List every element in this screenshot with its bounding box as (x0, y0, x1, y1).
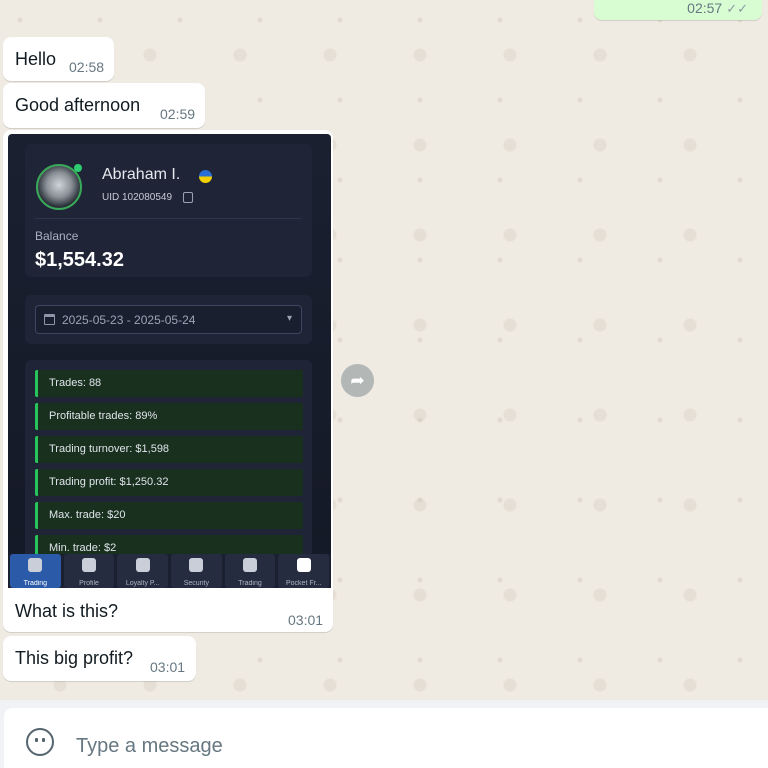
screenshot-bottom-nav: Trading Profile Loyalty P... Security Tr… (8, 554, 331, 588)
nav-loyalty: Loyalty P... (117, 554, 169, 588)
stat-text: Trading profit: $1,250.32 (49, 476, 169, 488)
nav-label: Loyalty P... (125, 580, 160, 587)
trading-screenshot[interactable]: Abraham I. UID 102080549 Balance $1,554.… (8, 134, 331, 588)
stat-text: Trades: 88 (49, 377, 102, 389)
nav-label: Trading (238, 580, 262, 587)
chevron-down-icon: ▾ (286, 313, 292, 324)
message-composer: Type a message (0, 700, 768, 768)
flag-icon (199, 170, 212, 183)
copy-icon (183, 192, 193, 203)
stat-row: Trading turnover: $1,598 (35, 436, 303, 463)
date-range-select: 2025-05-23 - 2025-05-24 ▾ (35, 305, 302, 334)
nav-security: Security (171, 554, 222, 588)
trader-icon (28, 558, 43, 572)
message-text: Hello (15, 49, 57, 69)
nav-trading: Trading (10, 554, 61, 588)
incoming-message[interactable]: This big profit? 03:01 (3, 636, 196, 681)
list-icon (243, 558, 258, 572)
profile-card: Abraham I. UID 102080549 Balance $1,554.… (25, 144, 312, 277)
stat-text: Min. trade: $2 (49, 542, 117, 554)
nav-label: Profile (79, 580, 99, 587)
balance-value: $1,554.32 (35, 249, 124, 271)
nav-profile: Profile (63, 554, 115, 588)
message-time: 02:58 (69, 59, 105, 75)
stat-row: Profitable trades: 89% (35, 403, 303, 430)
stat-text: Trading turnover: $1,598 (49, 443, 170, 455)
nav-label: Pocket Fr... (285, 580, 322, 587)
message-time: 03:01 (150, 659, 186, 675)
pocket-icon (296, 558, 311, 572)
message-text: This big profit? (15, 648, 134, 668)
image-message[interactable]: Abraham I. UID 102080549 Balance $1,554.… (3, 130, 333, 632)
message-time: 02:57 (687, 0, 723, 16)
stat-row: Trades: 88 (35, 370, 303, 397)
sticker-icon[interactable] (26, 728, 54, 756)
balance-label: Balance (35, 229, 79, 243)
message-time: 02:59 (160, 106, 196, 122)
message-placeholder: Type a message (76, 735, 223, 757)
nav-label: Trading (23, 580, 48, 587)
message-caption: What is this? (15, 601, 119, 621)
date-filter-card: 2025-05-23 - 2025-05-24 ▾ (25, 295, 312, 344)
read-ticks-icon: ✓✓ (726, 1, 748, 16)
user-icon (82, 558, 96, 572)
forward-icon[interactable]: ➦ (341, 364, 374, 397)
divider (35, 218, 301, 219)
message-input[interactable]: Type a message (4, 708, 768, 768)
stat-row: Max. trade: $20 (35, 502, 303, 529)
nav-trading-history: Trading (224, 554, 276, 588)
profile-uid: UID 102080549 (102, 192, 173, 203)
incoming-message[interactable]: Hello 02:58 (3, 37, 114, 81)
stat-text: Profitable trades: 89% (49, 410, 158, 422)
message-text: Good afternoon (15, 95, 141, 115)
outgoing-message-partial[interactable]: 02:57 ✓✓ (594, 0, 762, 20)
stat-text: Max. trade: $20 (49, 509, 126, 521)
incoming-message[interactable]: Good afternoon 02:59 (3, 83, 205, 128)
calendar-icon (44, 314, 55, 325)
loyalty-icon (135, 558, 150, 572)
nav-pocket-friends: Pocket Fr... (278, 554, 330, 588)
shield-icon (189, 558, 204, 572)
nav-label: Security (183, 580, 209, 587)
message-time: 03:01 (288, 612, 324, 628)
profile-name: Abraham I. (102, 166, 181, 183)
date-range-text: 2025-05-23 - 2025-05-24 (62, 313, 196, 327)
online-dot-icon (74, 164, 82, 172)
stat-row: Trading profit: $1,250.32 (35, 469, 303, 496)
